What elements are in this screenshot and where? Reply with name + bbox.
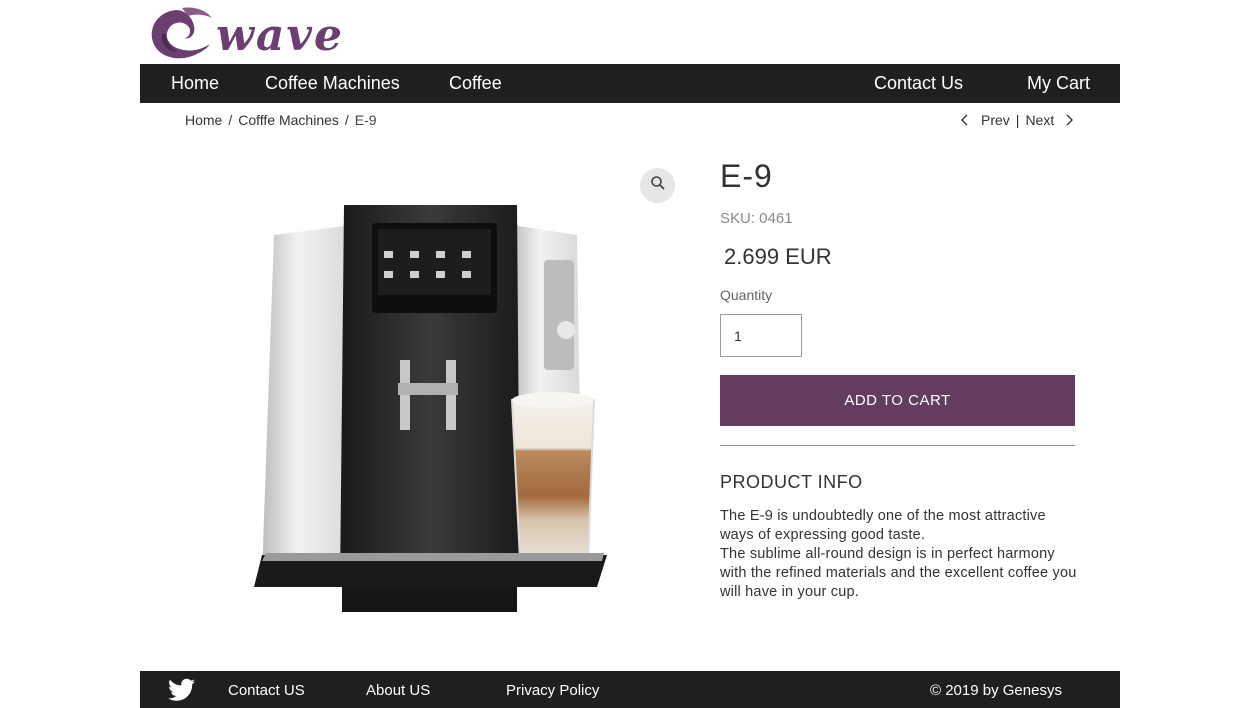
product-info-paragraph: The sublime all-round design is in perfe… bbox=[720, 546, 1077, 600]
nav-contact-us[interactable]: Contact Us bbox=[874, 64, 963, 103]
twitter-icon[interactable] bbox=[168, 678, 195, 702]
footer-about-link[interactable]: About US bbox=[366, 671, 430, 708]
breadcrumb: Home / Cofffe Machines / E-9 bbox=[185, 112, 377, 128]
nav-my-cart[interactable]: My Cart bbox=[1027, 64, 1090, 103]
breadcrumb-separator: / bbox=[344, 112, 349, 128]
nav-coffee-machines[interactable]: Coffee Machines bbox=[265, 64, 400, 103]
product-title: E-9 bbox=[720, 158, 773, 194]
breadcrumb-coffee-machines[interactable]: Cofffe Machines bbox=[238, 112, 339, 128]
product-sku: SKU: 0461 bbox=[720, 210, 793, 227]
pager-divider: | bbox=[1015, 112, 1020, 128]
footer-copyright: © 2019 by Genesys bbox=[930, 682, 1062, 699]
zoom-button[interactable] bbox=[640, 168, 675, 203]
chevron-right-icon[interactable] bbox=[1062, 113, 1076, 127]
breadcrumb-current: E-9 bbox=[354, 112, 377, 128]
chevron-left-icon[interactable] bbox=[958, 113, 972, 127]
nav-coffee[interactable]: Coffee bbox=[449, 64, 502, 103]
footer: Contact US About US Privacy Policy © 201… bbox=[140, 671, 1120, 708]
breadcrumb-home[interactable]: Home bbox=[185, 112, 222, 128]
add-to-cart-button[interactable]: ADD TO CART bbox=[720, 375, 1075, 426]
product-info-text: The E-9 is undoubtedly one of the most a… bbox=[720, 507, 1080, 602]
logo-wordmark: wave bbox=[216, 10, 344, 60]
quantity-label: Quantity bbox=[720, 287, 773, 303]
product-price: 2.699 EUR bbox=[724, 244, 832, 269]
prev-link[interactable]: Prev bbox=[981, 112, 1010, 128]
product-info-title: PRODUCT INFO bbox=[720, 472, 863, 492]
nav-home[interactable]: Home bbox=[171, 64, 219, 103]
footer-contact-link[interactable]: Contact US bbox=[228, 671, 305, 708]
next-link[interactable]: Next bbox=[1025, 112, 1054, 128]
product-pager: Prev | Next bbox=[958, 112, 1076, 128]
breadcrumb-separator: / bbox=[228, 112, 233, 128]
magnifier-icon bbox=[650, 175, 666, 196]
quantity-input[interactable] bbox=[720, 314, 802, 357]
footer-privacy-link[interactable]: Privacy Policy bbox=[506, 671, 599, 708]
main-nav: Home Coffee Machines Coffee Contact Us M… bbox=[140, 64, 1120, 103]
section-divider bbox=[720, 445, 1075, 446]
product-image[interactable] bbox=[232, 165, 632, 655]
brand-logo[interactable]: wave bbox=[148, 4, 380, 61]
product-info-paragraph: The E-9 is undoubtedly one of the most a… bbox=[720, 508, 1046, 543]
